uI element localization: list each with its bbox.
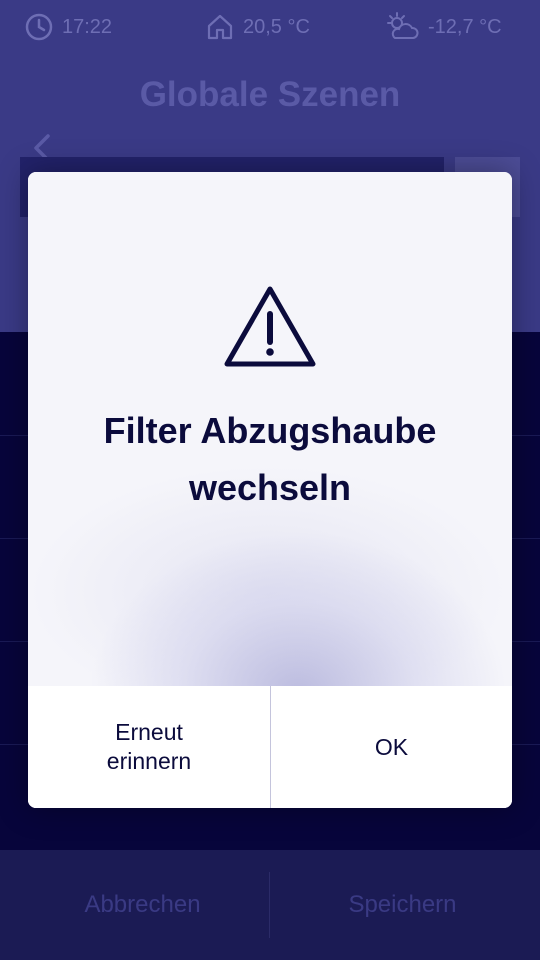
cancel-button[interactable]: Abbrechen [8,850,277,960]
page-title: Globale Szenen [139,75,401,114]
save-button[interactable]: Speichern [268,850,537,960]
clock-icon [25,13,53,41]
dialog-message: Filter Abzugshaube wechseln [48,402,492,516]
dialog-message-line1: Filter Abzugshaube [103,410,437,451]
warning-triangle-icon [224,286,316,367]
sun-cloud-icon [387,12,419,39]
dialog-actions: Erneut erinnern OK [28,686,512,808]
ok-button[interactable]: OK [271,686,512,808]
house-icon [207,14,233,40]
remind-again-line1: Erneut [115,719,183,745]
alert-dialog: Filter Abzugshaube wechseln Erneut erinn… [28,172,512,808]
outdoor-temp-status: -12,7 °C [384,12,502,42]
clock-status: 17:22 [24,12,112,42]
dialog-message-line2: wechseln [188,467,352,508]
remind-again-line2: erinnern [106,748,192,774]
outdoor-temp-text: -12,7 °C [428,15,502,38]
status-bar: 17:22 20,5 °C -12,7 °C [0,0,540,50]
remind-again-button[interactable]: Erneut erinnern [28,686,270,808]
time-text: 17:22 [62,15,113,38]
footer-bar: Abbrechen Speichern [0,850,540,960]
indoor-temp-status: 20,5 °C [205,12,310,42]
indoor-temp-text: 20,5 °C [243,15,310,38]
